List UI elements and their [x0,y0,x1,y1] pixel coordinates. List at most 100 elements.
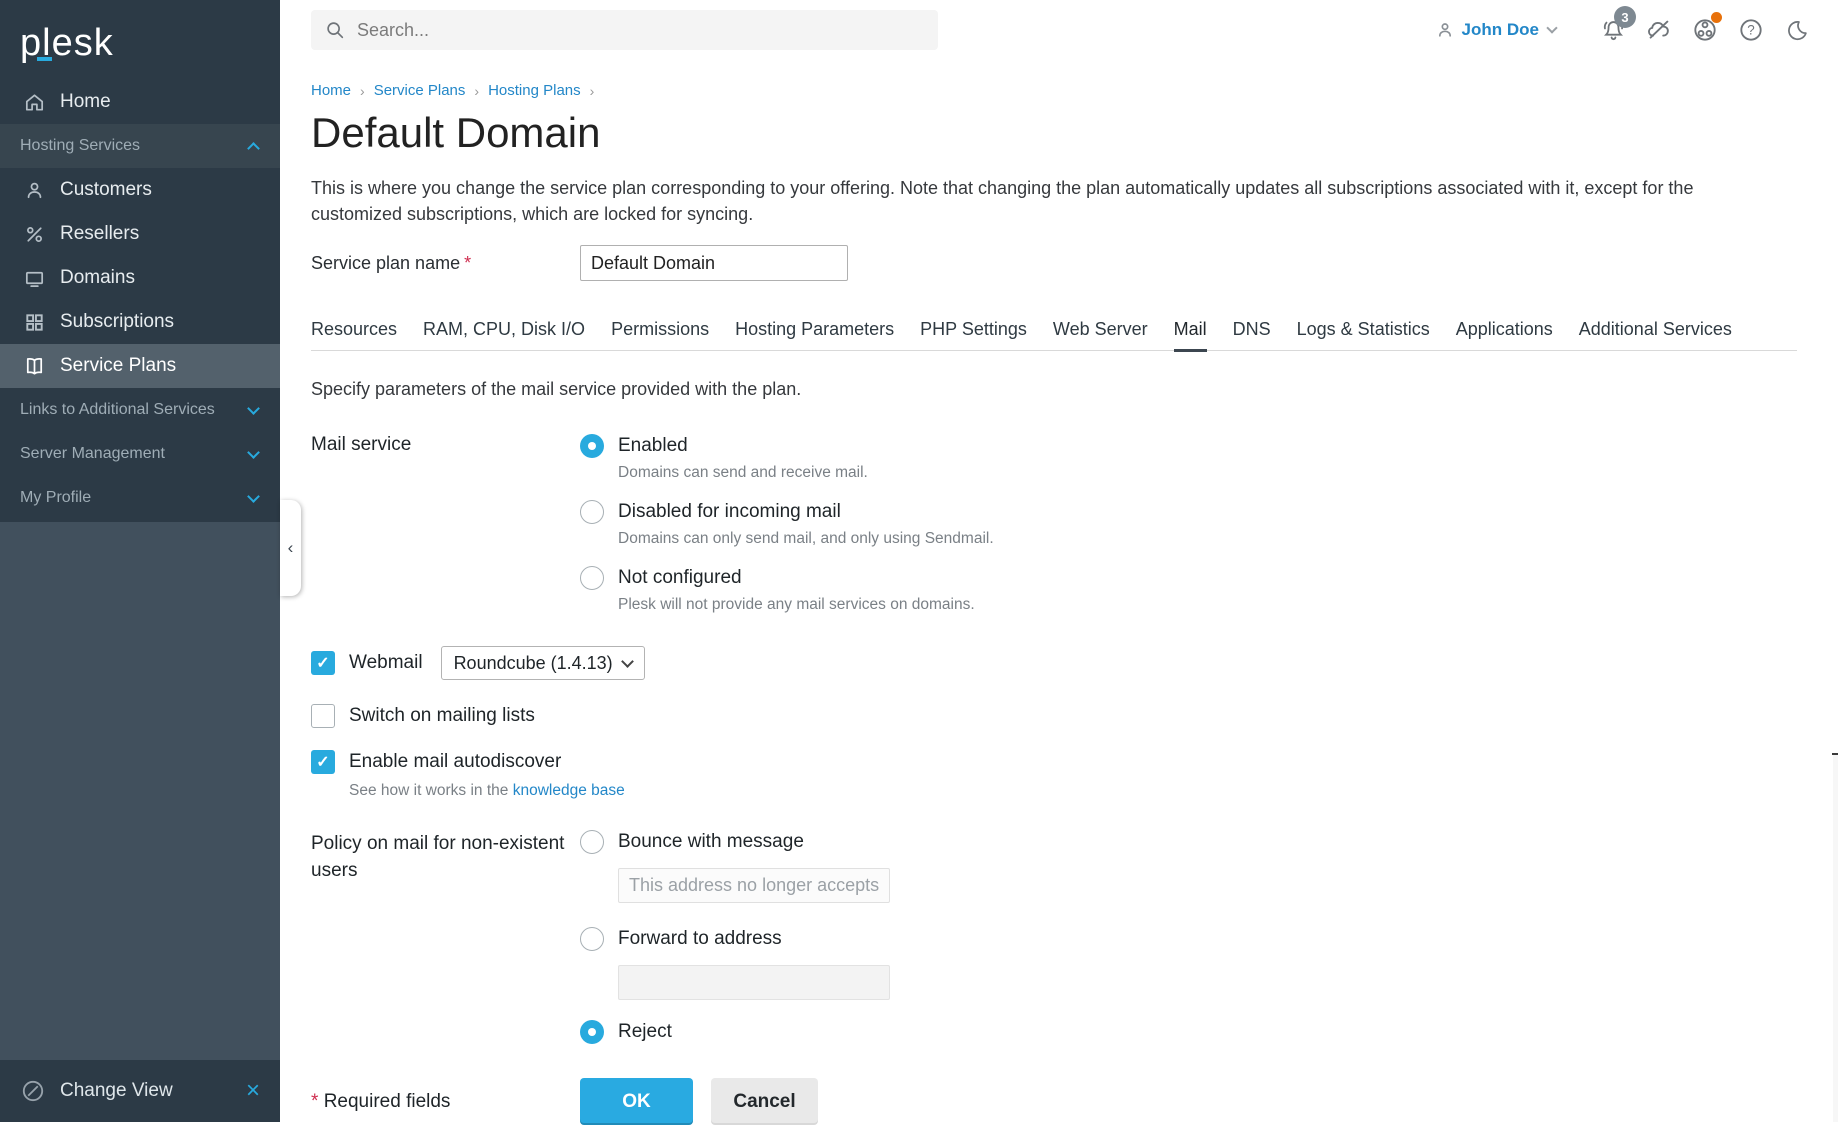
alert-dot [1711,12,1722,23]
sidebar-item-customers[interactable]: Customers [0,168,280,212]
policy-option-reject[interactable]: Reject [580,1020,890,1044]
radio-reject[interactable] [580,1020,604,1044]
plesk-logo[interactable]: plesk [0,0,280,80]
sidebar-item-label: Subscriptions [60,311,174,333]
user-menu[interactable]: John Doe [1435,20,1556,40]
sidebar-section-links-additional-services[interactable]: Links to Additional Services [0,388,280,432]
tab-resources[interactable]: Resources [311,319,397,352]
change-view-bar[interactable]: Change View × [0,1060,280,1122]
dark-mode-button[interactable] [1782,15,1812,45]
help-button[interactable]: ? [1736,15,1766,45]
tab-applications[interactable]: Applications [1456,319,1553,352]
knowledge-base-link[interactable]: knowledge base [513,782,625,799]
chevron-up-icon [247,142,260,155]
tab-mail[interactable]: Mail [1174,319,1207,352]
radio-disabled-incoming[interactable] [580,500,604,524]
sidebar-section-server-management[interactable]: Server Management [0,432,280,476]
sidebar-item-home[interactable]: Home [0,80,280,124]
breadcrumb-separator: › [474,83,479,99]
notifications-button[interactable]: 3 [1598,15,1628,45]
policy-options: Bounce with message Forward to address R… [580,830,890,1044]
option-label: Bounce with message [618,830,804,854]
scrollbar-artifact [1832,753,1838,755]
sidebar-item-label: Domains [60,267,135,289]
sidebar-item-label: Customers [60,179,152,201]
sidebar-menu: plesk Home Hosting Services Customers Re… [0,0,280,522]
mailing-lists-label: Switch on mailing lists [349,705,535,727]
tab-web-server[interactable]: Web Server [1053,319,1148,352]
question-icon: ? [1737,16,1765,44]
radio-bounce[interactable] [580,830,604,854]
option-description: Plesk will not provide any mail services… [618,596,975,614]
mail-option-disabled-incoming[interactable]: Disabled for incoming mail Domains can o… [580,500,994,548]
autodiscover-checkbox[interactable]: ✓ [311,750,335,774]
form-footer: * Required fields OK Cancel [311,1078,1838,1125]
sidebar-section-my-profile[interactable]: My Profile [0,476,280,520]
breadcrumb-service-plans[interactable]: Service Plans [374,82,466,99]
section-intro: Specify parameters of the mail service p… [311,379,1838,400]
ok-button[interactable]: OK [580,1078,693,1125]
autodiscover-label: Enable mail autodiscover [349,751,561,773]
sidebar-item-domains[interactable]: Domains [0,256,280,300]
scrollbar-track [1833,754,1838,1122]
plesk-logo-underscore [37,57,52,61]
cancel-button[interactable]: Cancel [711,1078,818,1125]
radio-enabled[interactable] [580,434,604,458]
webmail-checkbox[interactable]: ✓ [311,651,335,675]
breadcrumb-separator: › [590,83,595,99]
tab-hosting-parameters[interactable]: Hosting Parameters [735,319,894,352]
plan-name-input[interactable] [580,245,848,281]
tab-logs-statistics[interactable]: Logs & Statistics [1297,319,1430,352]
webmail-label: Webmail [349,652,423,674]
chevron-down-icon [247,446,260,459]
tab-additional-services[interactable]: Additional Services [1579,319,1732,352]
tab-ram-cpu-disk[interactable]: RAM, CPU, Disk I/O [423,319,585,352]
mailing-lists-checkbox[interactable] [311,704,335,728]
chevron-down-icon [247,402,260,415]
tab-permissions[interactable]: Permissions [611,319,709,352]
monitor-icon [22,266,46,290]
breadcrumb: Home › Service Plans › Hosting Plans › [311,82,1838,99]
sidebar-collapse-handle[interactable]: ‹ [280,500,301,596]
option-label: Disabled for incoming mail [618,500,994,524]
forward-address-input[interactable] [618,965,890,1000]
compass-icon [20,1078,46,1104]
breadcrumb-home[interactable]: Home [311,82,351,99]
search-box[interactable] [311,10,938,50]
webmail-select[interactable]: Roundcube (1.4.13) [441,646,645,680]
sidebar-item-label: Home [60,91,111,113]
svg-text:?: ? [1747,23,1754,38]
moon-icon [1784,17,1810,43]
bounce-message-input[interactable] [618,868,890,903]
cloud-status-button[interactable] [1644,15,1674,45]
sidebar: plesk Home Hosting Services Customers Re… [0,0,280,1122]
user-name: John Doe [1462,20,1539,40]
autodiscover-row: ✓ Enable mail autodiscover [311,750,1838,774]
policy-option-bounce[interactable]: Bounce with message [580,830,890,854]
sidebar-item-resellers[interactable]: Resellers [0,212,280,256]
required-asterisk: * [464,253,471,273]
mail-option-enabled[interactable]: Enabled Domains can send and receive mai… [580,434,994,482]
radio-not-configured[interactable] [580,566,604,590]
tab-dns[interactable]: DNS [1233,319,1271,352]
search-input[interactable] [357,20,877,41]
mail-option-not-configured[interactable]: Not configured Plesk will not provide an… [580,566,994,614]
plesk-logo-text: plesk [20,22,114,64]
sidebar-item-service-plans[interactable]: Service Plans [0,344,280,388]
sidebar-section-hosting-services[interactable]: Hosting Services [0,124,280,168]
close-icon[interactable]: × [246,1081,260,1101]
extensions-button[interactable] [1690,15,1720,45]
tab-php-settings[interactable]: PHP Settings [920,319,1027,352]
policy-row: Policy on mail for non-existent users Bo… [311,830,1838,1044]
breadcrumb-hosting-plans[interactable]: Hosting Plans [488,82,581,99]
policy-option-forward[interactable]: Forward to address [580,927,890,951]
user-icon [22,178,46,202]
chevron-down-icon [621,655,634,668]
page-description: This is where you change the service pla… [311,175,1838,227]
page-title: Default Domain [311,109,1838,157]
cloud-off-icon [1645,16,1673,44]
sidebar-item-subscriptions[interactable]: Subscriptions [0,300,280,344]
radio-forward[interactable] [580,927,604,951]
grid-icon [22,310,46,334]
required-fields-note: * Required fields [311,1091,580,1113]
